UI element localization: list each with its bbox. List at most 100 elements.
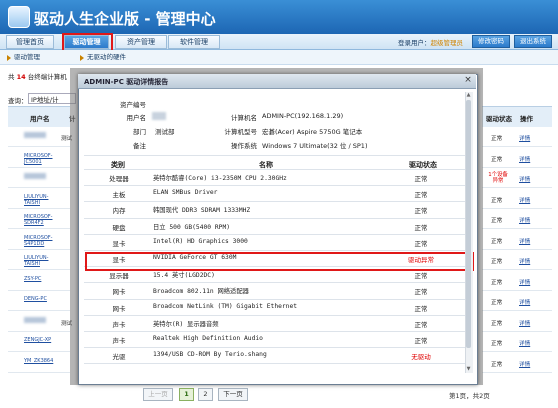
change-password-button[interactable]: 修改密码 <box>472 35 510 48</box>
detail-row-category: 内存 <box>112 207 126 215</box>
table-row-driver-status: 正常 <box>491 136 503 142</box>
detail-row-category: 处理器 <box>109 175 129 183</box>
detail-row-name: 英特尔(R) 显示器音频 <box>153 321 219 328</box>
detail-row-driver-status: 正常 <box>414 288 428 296</box>
row-divider <box>482 269 552 270</box>
tab-home[interactable]: 管理首页 <box>6 35 54 49</box>
detail-row-category: 显卡 <box>112 240 126 248</box>
table-row-details-link[interactable]: 详情 <box>519 319 530 327</box>
table-row-details-link[interactable]: 详情 <box>519 360 530 368</box>
table-row-username[interactable]: ZSY-PC <box>24 276 56 282</box>
detail-row-driver-status: 正常 <box>414 240 428 248</box>
scroll-thumb[interactable] <box>466 100 471 348</box>
scroll-up-icon[interactable]: ▲ <box>465 92 472 99</box>
page-1-button[interactable]: 1 <box>179 388 194 401</box>
subnav-item-driver-management[interactable]: 驱动管理 <box>14 52 40 62</box>
search-input[interactable]: IP地址/计 <box>28 93 76 104</box>
page-2-button[interactable]: 2 <box>198 388 213 401</box>
login-label: 登录用户： <box>398 39 431 47</box>
row-divider <box>482 249 552 250</box>
row-divider <box>8 269 70 270</box>
detail-row-category: 网卡 <box>112 305 126 313</box>
table-row-username[interactable]: MICROSOF-S4P1DD <box>24 235 56 247</box>
subnav-item-no-driver-hardware[interactable]: 无驱动的硬件 <box>87 52 126 62</box>
row-divider <box>84 250 472 251</box>
tab-software-management[interactable]: 软件管理 <box>168 35 220 49</box>
row-divider <box>482 372 552 373</box>
table-row-details-link[interactable]: 详情 <box>519 134 530 142</box>
table-row-details-link[interactable]: 详情 <box>519 237 530 245</box>
app-title: 驱动人生企业版 - 管理中心 <box>34 10 216 28</box>
table-row-details-link[interactable]: 详情 <box>519 175 530 183</box>
table-row-details-link[interactable]: 详情 <box>519 155 530 163</box>
next-page-button[interactable]: 下一页 <box>218 388 248 401</box>
table-row-driver-status: 正常 <box>491 157 503 163</box>
table-row-username[interactable]: ZENGJC-XP <box>24 337 56 343</box>
detail-row-name: Realtek High Definition Audio <box>153 335 263 342</box>
table-row-details-link[interactable]: 详情 <box>519 298 530 306</box>
table-row-username[interactable]: LIULIYUN-TAISHI <box>24 255 56 267</box>
prev-page-button[interactable]: 上一页 <box>143 388 173 401</box>
table-row-username[interactable] <box>24 317 46 323</box>
row-divider <box>84 331 472 332</box>
table-row-username[interactable]: MICROSOF-JC5001 <box>24 153 56 165</box>
detail-row-category: 声卡 <box>112 321 126 329</box>
detail-row-driver-status: 正常 <box>414 337 428 345</box>
detail-row-name: 日立 500 GB(5400 RPM) <box>153 224 231 231</box>
detail-row-driver-status: 正常 <box>414 207 428 215</box>
table-row-details-link[interactable]: 详情 <box>519 278 530 286</box>
note-label: 备注 <box>133 142 146 150</box>
divider <box>84 155 472 156</box>
table-row-username[interactable]: MICROSOF-SDR4F2 <box>24 214 56 226</box>
detail-row-name: 英特尔酷睿(Core) i3-2350M CPU 2.30GHz <box>153 175 287 182</box>
detail-row-category: 光驱 <box>112 353 126 361</box>
table-row-username[interactable]: YM_ZK3864 <box>24 358 56 364</box>
row-divider <box>84 169 472 170</box>
tab-asset-management[interactable]: 资产管理 <box>115 35 167 49</box>
table-row-username[interactable] <box>24 173 46 179</box>
row-divider <box>84 218 472 219</box>
chevron-right-icon <box>80 55 84 61</box>
os-value: Windows 7 Ultimate(32 位 / SP1) <box>262 142 368 150</box>
row-divider <box>482 208 552 209</box>
abnormal-row-highlight <box>85 252 474 271</box>
row-divider <box>482 290 552 291</box>
detail-row-driver-status: 正常 <box>414 191 428 199</box>
row-divider <box>84 185 472 186</box>
table-row-details-link[interactable]: 详情 <box>519 257 530 265</box>
detail-row-category: 显示器 <box>109 272 129 280</box>
table-row-username[interactable]: DENG-PC <box>24 296 56 302</box>
close-icon[interactable]: × <box>463 75 473 85</box>
table-row-driver-status: 正常 <box>491 280 503 286</box>
table-row-details-link[interactable]: 详情 <box>519 196 530 204</box>
row-divider <box>8 228 70 229</box>
computer-name-value: ADMIN-PC(192.168.1.29) <box>262 112 344 120</box>
detail-row-driver-status: 无驱动 <box>411 353 431 361</box>
row-divider <box>8 351 70 352</box>
row-divider <box>8 167 70 168</box>
page-info: 第1页，共2页 <box>449 392 490 400</box>
row-divider <box>84 347 472 348</box>
detail-row-name: 15.4 英寸(LGD2DC) <box>153 272 215 279</box>
table-row-details-link[interactable]: 详情 <box>519 339 530 347</box>
chevron-right-icon <box>7 55 11 61</box>
computer-model-value: 宏碁(Acer) Aspire 5750G 笔记本 <box>262 128 363 136</box>
dialog-title: ADMIN-PC 驱动详情报告 <box>84 78 169 86</box>
detail-row-name: Intel(R) HD Graphics 3000 <box>153 238 248 245</box>
table-row-details-link[interactable]: 详情 <box>519 216 530 224</box>
table-row-username[interactable]: LIULIYUN-TAISHI <box>24 194 56 206</box>
row-divider <box>482 351 552 352</box>
department-label: 部门 <box>133 128 146 136</box>
detail-row-category: 网卡 <box>112 288 126 296</box>
logout-button[interactable]: 退出系统 <box>514 35 552 48</box>
search-label: 查询： <box>8 97 28 105</box>
detail-row-driver-status: 正常 <box>414 175 428 183</box>
scroll-down-icon[interactable]: ▼ <box>465 366 472 373</box>
table-row-username[interactable] <box>24 132 46 138</box>
detail-row-name: Broadcom 802.11n 网络适配器 <box>153 288 249 295</box>
username-label: 用户名 <box>126 114 147 122</box>
row-divider <box>84 299 472 300</box>
detail-row-category: 声卡 <box>112 337 126 345</box>
detail-row-driver-status: 正常 <box>414 224 428 232</box>
row-divider <box>482 310 552 311</box>
